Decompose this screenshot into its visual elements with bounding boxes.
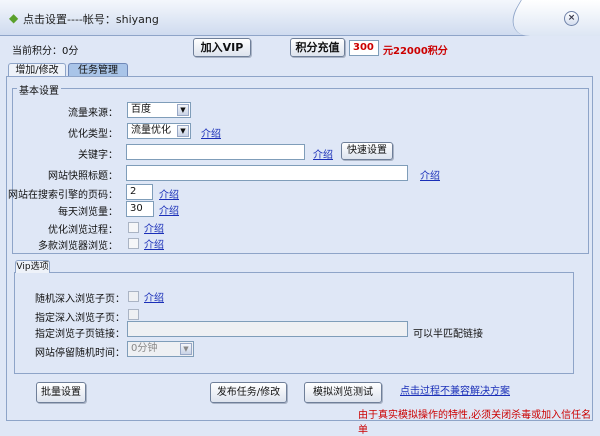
- recharge-rate: 元22000积分: [383, 46, 448, 57]
- vip-options-title: Vip选项: [15, 260, 50, 273]
- close-icon[interactable]: ×: [564, 11, 579, 26]
- daily-views-label: 每天浏览量：: [58, 207, 118, 218]
- snapshot-intro-link[interactable]: 介绍: [420, 167, 440, 182]
- simulate-test-button[interactable]: 模拟浏览测试: [304, 382, 382, 403]
- page-num-input[interactable]: 2: [126, 184, 153, 200]
- opt-type-label: 优化类型：: [68, 129, 118, 140]
- opt-process-label: 优化浏览过程：: [48, 225, 118, 236]
- subpage-hint: 可以半匹配链接: [413, 329, 483, 340]
- fixed-deep-label: 指定深入浏览子页：: [35, 313, 125, 324]
- chevron-down-icon: ▼: [177, 104, 189, 116]
- stay-time-value: 0分钟: [131, 343, 158, 354]
- publish-task-button[interactable]: 发布任务/修改: [210, 382, 287, 403]
- random-deep-label: 随机深入浏览子页：: [35, 294, 125, 305]
- opt-type-value: 流量优化: [131, 125, 171, 136]
- opt-process-intro-link[interactable]: 介绍: [144, 220, 164, 235]
- chevron-down-icon: ▼: [180, 343, 192, 355]
- app-icon: ◆: [9, 11, 19, 25]
- daily-views-input[interactable]: 30: [126, 201, 154, 217]
- daily-views-intro-link[interactable]: 介绍: [159, 202, 179, 217]
- window-title: 点击设置----帐号：shiyang: [23, 13, 159, 26]
- stay-time-select[interactable]: 0分钟 ▼: [127, 341, 194, 357]
- stay-time-label: 网站停留随机时间：: [35, 348, 125, 359]
- recharge-amount-input[interactable]: 300: [349, 40, 379, 56]
- subpage-link-label: 指定浏览子页链接：: [35, 329, 125, 340]
- random-deep-intro-link[interactable]: 介绍: [144, 289, 164, 304]
- subpage-link-input[interactable]: [127, 321, 408, 337]
- keyword-intro-link[interactable]: 介绍: [313, 146, 333, 161]
- traffic-source-label: 流量来源：: [68, 108, 118, 119]
- fixed-deep-checkbox[interactable]: [128, 309, 139, 320]
- chevron-down-icon: ▼: [177, 125, 189, 137]
- keyword-label: 关键字：: [78, 150, 118, 161]
- multi-browser-label: 多款浏览器浏览：: [38, 241, 118, 252]
- page-num-label: 网站在搜索引擎的页码：: [8, 190, 118, 201]
- join-vip-button[interactable]: 加入VIP: [193, 38, 251, 57]
- multi-browser-intro-link[interactable]: 介绍: [144, 236, 164, 251]
- batch-setup-button[interactable]: 批量设置: [36, 382, 86, 403]
- traffic-source-select[interactable]: 百度 ▼: [127, 102, 191, 118]
- snapshot-title-label: 网站快照标题：: [48, 171, 118, 182]
- keyword-input[interactable]: [126, 144, 305, 160]
- random-deep-checkbox[interactable]: [128, 291, 139, 302]
- opt-type-select[interactable]: 流量优化 ▼: [127, 123, 191, 139]
- recharge-button[interactable]: 积分充值: [290, 38, 345, 57]
- traffic-source-value: 百度: [131, 104, 151, 115]
- points-label: 当前积分：0分: [12, 46, 79, 57]
- quick-setup-button[interactable]: 快速设置: [341, 142, 393, 160]
- page-num-intro-link[interactable]: 介绍: [159, 186, 179, 201]
- multi-browser-checkbox[interactable]: [128, 238, 139, 249]
- compat-solution-link[interactable]: 点击过程不兼容解决方案: [400, 382, 510, 397]
- basic-settings-title: 基本设置: [17, 82, 61, 97]
- tab-add-edit[interactable]: 增加/修改: [8, 63, 66, 77]
- snapshot-title-input[interactable]: [126, 165, 408, 181]
- opt-process-checkbox[interactable]: [128, 222, 139, 233]
- tab-task-manage[interactable]: 任务管理: [68, 63, 128, 77]
- opt-type-intro-link[interactable]: 介绍: [201, 125, 221, 140]
